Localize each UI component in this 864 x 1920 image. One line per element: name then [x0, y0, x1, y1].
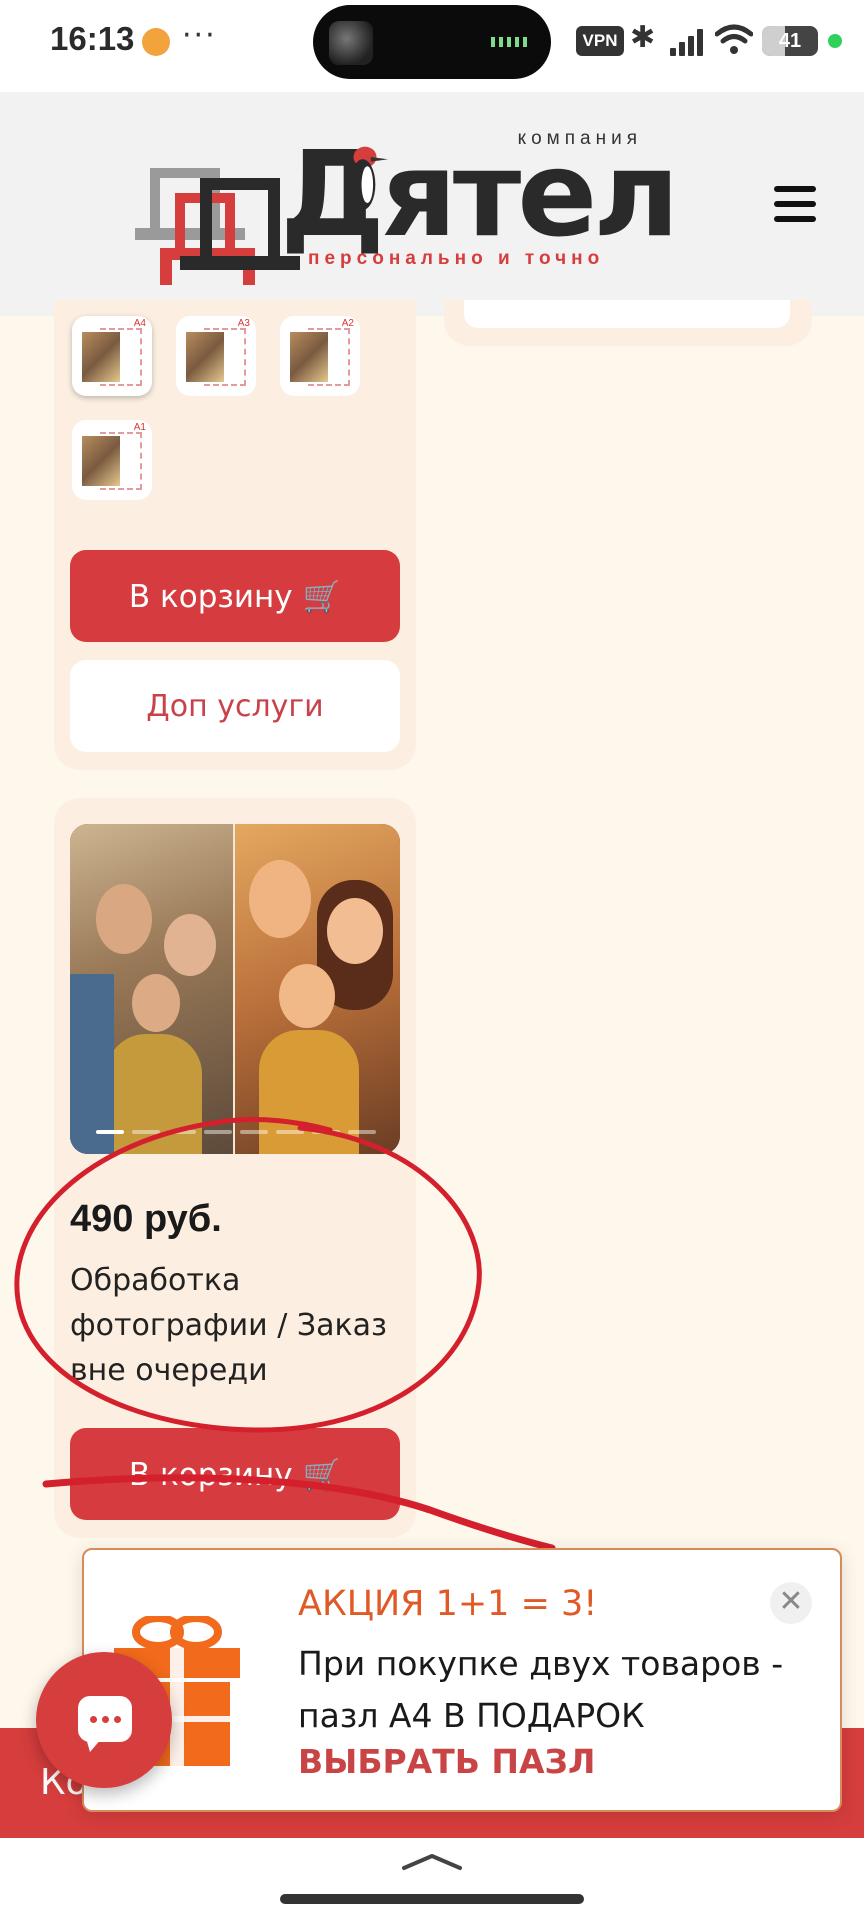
logo-company-label: компания [517, 128, 642, 149]
site-header: Дятел компания персонально и точно [0, 92, 864, 316]
site-logo[interactable]: Дятел компания персонально и точно [130, 128, 680, 288]
more-notifications-icon: ··· [182, 18, 217, 53]
media-thumbnail-icon [329, 21, 373, 65]
bluetooth-icon: ✱ [630, 20, 656, 55]
size-option-a1[interactable]: A1 [72, 420, 152, 500]
size-option-a3[interactable]: A3 [176, 316, 256, 396]
chevron-up-icon[interactable] [400, 1852, 464, 1872]
add-to-cart-button[interactable]: В корзину 🛒 [70, 1428, 400, 1520]
browser-nav-area [0, 1838, 864, 1920]
audio-wave-icon [491, 37, 531, 47]
product-price: 490 руб. [70, 1198, 222, 1240]
battery-level: 41 [778, 30, 802, 52]
vpn-badge: VPN [576, 26, 624, 56]
wifi-icon [715, 24, 753, 54]
home-indicator[interactable] [280, 1894, 584, 1904]
chat-bubble-tail-icon [86, 1738, 102, 1752]
menu-hamburger-icon[interactable] [774, 186, 816, 222]
status-time: 16:13 [50, 20, 135, 57]
size-option-a4[interactable]: A4 [72, 316, 152, 396]
product-image-carousel[interactable] [70, 824, 400, 1154]
chat-bubble-icon [78, 1696, 132, 1742]
close-icon[interactable]: ✕ [770, 1582, 812, 1624]
product-card-photo-processing: 490 руб. Обработка фотографии / Заказ вн… [54, 798, 416, 1538]
woodpecker-bird-icon [350, 146, 388, 210]
add-to-cart-button[interactable]: В корзину 🛒 [70, 550, 400, 642]
battery-icon: 41 [762, 26, 818, 56]
choose-puzzle-link[interactable]: ВЫБРАТЬ ПАЗЛ [298, 1742, 595, 1781]
product-photo-before [70, 824, 235, 1154]
signal-icon [670, 28, 706, 56]
notification-app-icon [142, 28, 170, 56]
size-option-a2[interactable]: A2 [280, 316, 360, 396]
woodpecker-logo-icon [135, 168, 300, 285]
promo-title: АКЦИЯ 1+1 = 3! [298, 1584, 598, 1624]
status-bar: 16:13 ··· VPN ✱ 41 [0, 0, 864, 92]
extra-services-button[interactable]: Доп услуги [70, 660, 400, 752]
product-title[interactable]: Обработка фотографии / Заказ вне очереди [70, 1258, 390, 1393]
dynamic-island [313, 5, 551, 79]
product-card-right [444, 300, 812, 346]
product-card-right-button[interactable] [464, 300, 790, 328]
logo-tagline: персонально и точно [308, 248, 605, 269]
carousel-indicators [96, 1130, 376, 1134]
privacy-indicator-dot [828, 34, 842, 48]
promo-text: При покупке двух товаров - пазл А4 В ПОД… [298, 1644, 784, 1735]
chat-button[interactable] [36, 1652, 172, 1788]
product-card-puzzle: A4 A3 A2 A1 В корзину 🛒 Доп услуги [54, 300, 416, 770]
product-photo-after [235, 824, 400, 1154]
promo-popup: АКЦИЯ 1+1 = 3! При покупке двух товаров … [82, 1548, 842, 1812]
logo-wordmark: Дятел [280, 125, 680, 263]
